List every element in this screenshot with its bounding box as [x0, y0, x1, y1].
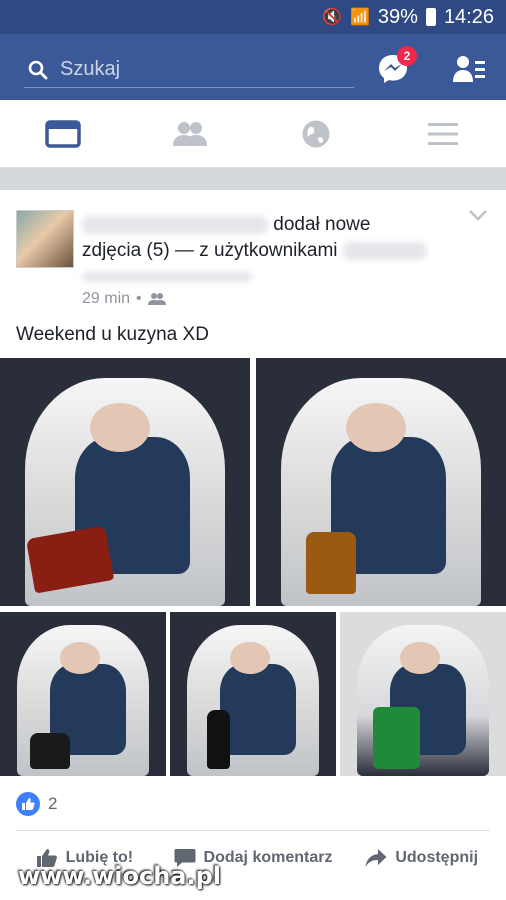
actions-divider: [16, 830, 490, 831]
post-photo-1[interactable]: [0, 358, 250, 606]
avatar[interactable]: [16, 210, 74, 268]
tab-bar: [0, 100, 506, 168]
battery-icon: [425, 8, 436, 26]
friends-icon: [172, 121, 207, 146]
post-photo-3[interactable]: [0, 612, 166, 776]
author-name-redacted[interactable]: [82, 215, 268, 234]
post-photo-4[interactable]: [170, 612, 336, 776]
feed-post: dodał nowe zdjęcia (5) — z użytkownikami…: [0, 190, 506, 900]
status-bar: 🔇 📶 39% 14:26: [0, 0, 506, 34]
watermark: www.wiocha.pl: [18, 862, 222, 890]
tagged-users-redacted-2: [82, 271, 252, 282]
like-reaction-icon: [16, 792, 40, 816]
wifi-icon: 📶: [349, 9, 370, 26]
post-header: dodał nowe zdjęcia (5) — z użytkownikami: [82, 212, 462, 290]
post-photo-2[interactable]: [256, 358, 506, 606]
tab-notifications[interactable]: [253, 100, 380, 167]
share-label: Udostępnij: [395, 849, 479, 866]
like-count: 2: [48, 794, 58, 813]
comment-label: Dodaj komentarz: [203, 849, 333, 866]
feed-separator: [0, 168, 506, 190]
post-caption: Weekend u kuzyna XD: [16, 324, 209, 345]
mute-icon: 🔇: [322, 9, 342, 26]
battery-percent: 39%: [377, 5, 418, 28]
hamburger-icon: [427, 122, 458, 145]
search-input[interactable]: Szukaj: [24, 52, 354, 88]
clock: 14:26: [443, 5, 494, 28]
news-feed-icon: [45, 119, 81, 148]
tab-news-feed[interactable]: [0, 100, 127, 167]
post-action-text-1: dodał nowe: [273, 214, 371, 235]
friend-requests-icon[interactable]: [452, 54, 486, 84]
reaction-summary[interactable]: 2: [16, 792, 57, 816]
post-action-text-2: zdjęcia (5) — z użytkownikami: [82, 240, 338, 261]
post-photo-5[interactable]: [340, 612, 506, 776]
share-icon: [365, 849, 387, 867]
tab-menu[interactable]: [380, 100, 506, 167]
post-timestamp[interactable]: 29 min: [82, 290, 130, 308]
tagged-users-redacted[interactable]: [342, 241, 427, 260]
messenger-badge: 2: [397, 46, 417, 66]
tab-friends[interactable]: [127, 100, 254, 167]
globe-icon: [302, 120, 330, 147]
search-icon: [28, 60, 48, 79]
post-meta: 29 min •: [82, 290, 166, 308]
top-bar: Szukaj 2: [0, 34, 506, 100]
meta-dot: •: [136, 290, 142, 307]
search-placeholder: Szukaj: [60, 58, 121, 80]
friends-audience-icon: [147, 293, 166, 305]
share-button[interactable]: Udostępnij: [337, 840, 506, 876]
chevron-down-icon[interactable]: [468, 208, 488, 222]
